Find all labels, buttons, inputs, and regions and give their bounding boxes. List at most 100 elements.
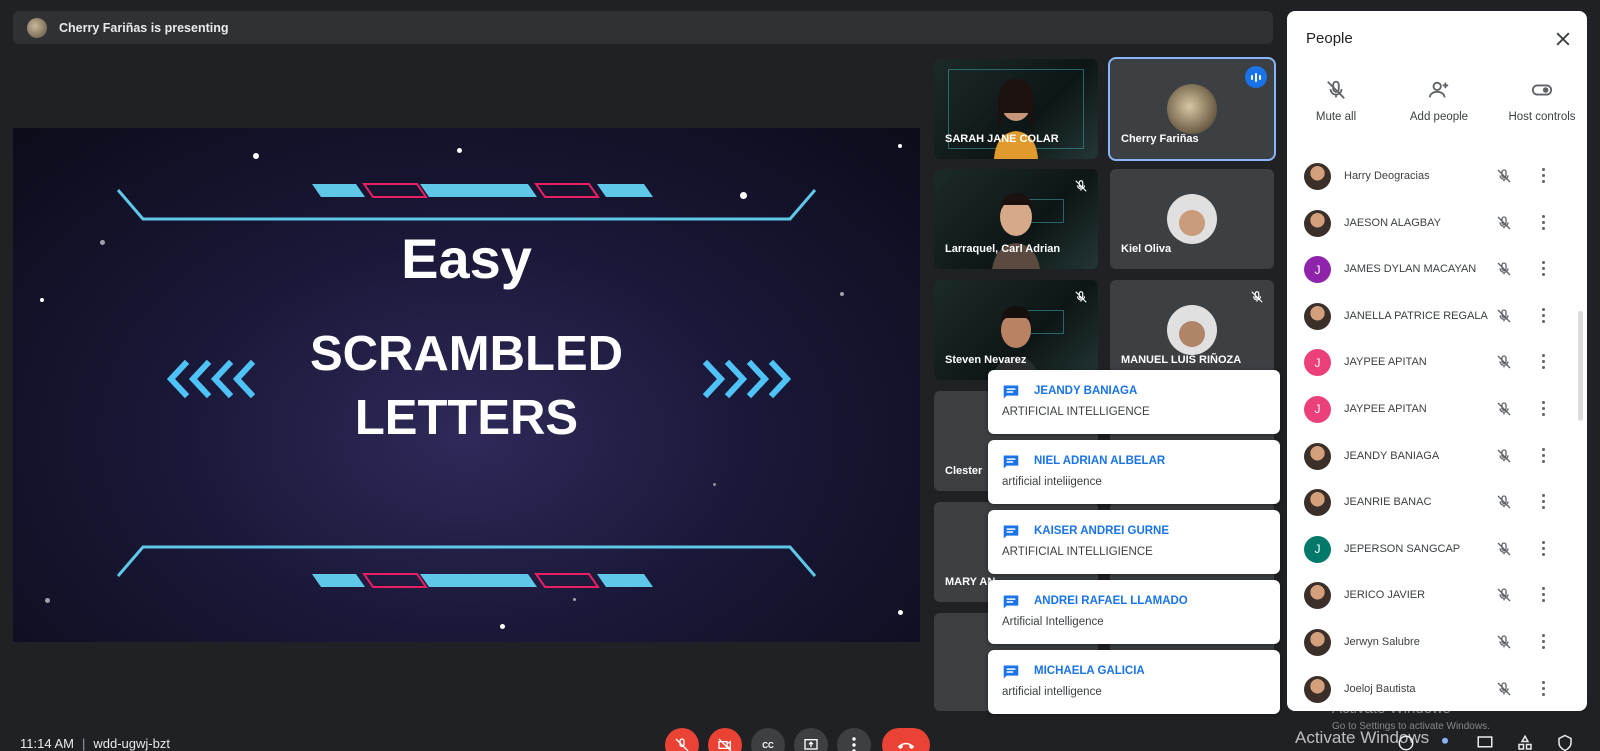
participant-name: JAESON ALAGBAY bbox=[1344, 216, 1442, 229]
participant-tile[interactable]: Kiel Oliva bbox=[1110, 169, 1274, 269]
more-vert-icon[interactable] bbox=[1540, 494, 1546, 510]
participant-tile[interactable]: MANUEL LUIS RIÑOZA bbox=[1110, 280, 1274, 380]
present-icon bbox=[804, 739, 818, 750]
mic-off-icon[interactable] bbox=[1496, 494, 1512, 510]
participant-row[interactable]: JAESON ALAGBAY bbox=[1287, 200, 1587, 247]
chat-icon[interactable] bbox=[1476, 734, 1494, 751]
chat-notification[interactable]: MICHAELA GALICIA artificial intelligence bbox=[988, 650, 1280, 714]
notification-message: artificial intelligence bbox=[1002, 686, 1102, 698]
mic-off-icon[interactable] bbox=[1496, 634, 1512, 650]
participant-name: JANELLA PATRICE REGALA bbox=[1344, 309, 1488, 322]
participant-tile[interactable]: SARAH JANE COLAR bbox=[934, 59, 1098, 159]
participant-video bbox=[994, 79, 1038, 159]
mic-off-icon bbox=[675, 738, 689, 751]
info-icon[interactable] bbox=[1397, 734, 1415, 751]
mic-off-icon[interactable] bbox=[1496, 168, 1512, 184]
present-button[interactable] bbox=[794, 728, 828, 751]
camera-toggle-button[interactable] bbox=[708, 728, 742, 751]
mic-off-icon bbox=[1075, 180, 1087, 192]
participant-name: Joeloj Bautista bbox=[1344, 682, 1416, 695]
participant-row[interactable]: J JAYPEE APITAN bbox=[1287, 386, 1587, 433]
participant-video bbox=[992, 306, 1040, 380]
activities-icon[interactable] bbox=[1516, 734, 1534, 751]
participant-avatar bbox=[1167, 305, 1217, 355]
notification-message: artificial inteliigence bbox=[1002, 476, 1102, 488]
more-vert-icon[interactable] bbox=[1540, 214, 1546, 231]
participant-name: Cherry Fariñas bbox=[1121, 133, 1199, 145]
more-vert-icon[interactable] bbox=[1540, 680, 1546, 697]
participant-name: Kiel Oliva bbox=[1121, 243, 1172, 255]
mic-off-icon[interactable] bbox=[1496, 587, 1512, 603]
mic-toggle-button[interactable] bbox=[665, 728, 699, 751]
participant-row[interactable]: JEANRIE BANAC bbox=[1287, 479, 1587, 526]
notification-message: ARTIFICIAL INTELLIGENCE bbox=[1002, 406, 1150, 418]
participant-row[interactable]: Jerwyn Salubre bbox=[1287, 619, 1587, 666]
captions-icon: CC bbox=[762, 740, 774, 750]
mic-off-icon[interactable] bbox=[1496, 215, 1512, 231]
chat-icon bbox=[1003, 455, 1019, 469]
toggle-icon bbox=[1531, 84, 1553, 96]
participant-avatar bbox=[1304, 675, 1331, 703]
host-controls-button[interactable]: Host controls bbox=[1497, 79, 1587, 125]
participant-row[interactable]: J JAYPEE APITAN bbox=[1287, 339, 1587, 386]
participant-tile[interactable]: Larraquel, Carl Adrian bbox=[934, 169, 1098, 269]
more-vert-icon[interactable] bbox=[1540, 307, 1546, 324]
mic-off-icon[interactable] bbox=[1496, 261, 1512, 277]
notification-sender: JEANDY BANIAGA bbox=[1034, 385, 1138, 397]
notification-message: ARTIFICIAL INTELLIGIENCE bbox=[1002, 546, 1153, 558]
participant-row[interactable]: Harry Deogracias bbox=[1287, 153, 1587, 200]
mic-off-icon[interactable] bbox=[1496, 681, 1512, 697]
participant-tile-active[interactable]: Cherry Fariñas bbox=[1108, 57, 1276, 161]
add-people-button[interactable]: Add people bbox=[1394, 79, 1484, 125]
chat-notification[interactable]: ANDREI RAFAEL LLAMADO Artificial Intelli… bbox=[988, 580, 1280, 644]
panel-scrollbar[interactable] bbox=[1578, 311, 1583, 421]
notification-sender: KAISER ANDREI GURNE bbox=[1034, 525, 1170, 537]
presentation-slide: Easy SCRAMBLED LETTERS bbox=[13, 128, 920, 642]
participant-name: JAYPEE APITAN bbox=[1344, 356, 1427, 369]
more-options-button[interactable] bbox=[837, 728, 871, 751]
mic-off-icon[interactable] bbox=[1496, 541, 1512, 557]
participant-avatar bbox=[1304, 489, 1331, 517]
mic-off-icon[interactable] bbox=[1496, 401, 1512, 417]
participant-name: Steven Nevarez bbox=[945, 354, 1027, 366]
chat-icon bbox=[1003, 525, 1019, 539]
more-vert-icon[interactable] bbox=[1540, 633, 1546, 650]
participant-row[interactable]: JANELLA PATRICE REGALA bbox=[1287, 293, 1587, 340]
slide-decoration bbox=[116, 183, 817, 588]
participant-name: JEANDY BANIAGA bbox=[1344, 449, 1440, 462]
chat-notification[interactable]: NIEL ADRIAN ALBELAR artificial inteliige… bbox=[988, 440, 1280, 504]
speaking-indicator-icon bbox=[1245, 66, 1267, 88]
mic-off-icon[interactable] bbox=[1496, 448, 1512, 464]
host-controls-icon[interactable] bbox=[1556, 734, 1574, 751]
chat-notification[interactable]: JEANDY BANIAGA ARTIFICIAL INTELLIGENCE bbox=[988, 370, 1280, 434]
activate-windows-title: Activate Windows bbox=[1332, 700, 1451, 717]
chat-icon bbox=[1003, 665, 1019, 679]
participant-row[interactable]: JERICO JAVIER bbox=[1287, 572, 1587, 619]
close-icon[interactable] bbox=[1553, 29, 1573, 49]
mic-off-icon bbox=[1251, 291, 1263, 303]
more-vert-icon[interactable] bbox=[1540, 354, 1546, 370]
people-icon[interactable] bbox=[1436, 734, 1454, 751]
mute-all-button[interactable]: Mute all bbox=[1291, 79, 1381, 125]
participant-row[interactable]: J JEPERSON SANGCAP bbox=[1287, 526, 1587, 573]
more-vert-icon[interactable] bbox=[1540, 168, 1546, 184]
chat-notification[interactable]: KAISER ANDREI GURNE ARTIFICIAL INTELLIGI… bbox=[988, 510, 1280, 574]
participant-row[interactable]: JEANDY BANIAGA bbox=[1287, 433, 1587, 480]
participant-row[interactable]: J JAMES DYLAN MACAYAN bbox=[1287, 246, 1587, 293]
notification-sender: NIEL ADRIAN ALBELAR bbox=[1034, 455, 1166, 467]
captions-button[interactable]: CC bbox=[751, 728, 785, 751]
hang-up-icon bbox=[897, 742, 915, 750]
mic-off-icon[interactable] bbox=[1496, 354, 1512, 370]
more-vert-icon[interactable] bbox=[1540, 400, 1546, 417]
more-vert-icon[interactable] bbox=[1540, 261, 1546, 277]
participant-avatar bbox=[1304, 209, 1331, 237]
participant-name: SARAH JANE COLAR bbox=[945, 133, 1059, 145]
more-vert-icon[interactable] bbox=[1540, 587, 1546, 603]
meeting-code: wdd-ugwj-bzt bbox=[93, 736, 170, 751]
leave-call-button[interactable] bbox=[882, 728, 930, 751]
more-vert-icon[interactable] bbox=[1540, 540, 1546, 557]
participant-tile[interactable]: Steven Nevarez bbox=[934, 280, 1098, 380]
more-vert-icon[interactable] bbox=[1540, 447, 1546, 464]
notification-sender: MICHAELA GALICIA bbox=[1034, 665, 1145, 677]
mic-off-icon[interactable] bbox=[1496, 308, 1512, 324]
